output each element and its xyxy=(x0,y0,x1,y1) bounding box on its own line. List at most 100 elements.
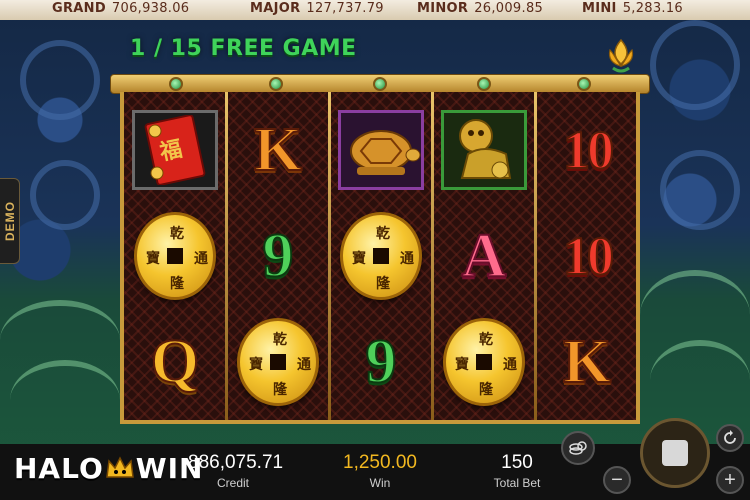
symbol-k: K xyxy=(253,116,303,184)
reel-grid: 福乾寶通隆 Q K 9 乾寶通隆乾寶通隆 9 A 乾寶通隆 10 10 K xyxy=(120,92,640,424)
reel-cell xyxy=(333,98,429,202)
reel-cell xyxy=(436,98,532,202)
coin-char-bottom: 隆 xyxy=(376,276,390,292)
symbol-q: Q xyxy=(150,328,200,396)
reel-cell: 乾寶 通隆 xyxy=(333,204,429,308)
win-display: 1,250.00 Win xyxy=(332,452,428,490)
reel-cell: 10 xyxy=(539,98,635,202)
total-bet-display: 150 Total Bet xyxy=(482,452,552,490)
symbol-a: A xyxy=(461,222,508,290)
golden-turtle-icon xyxy=(350,130,421,175)
minus-icon: − xyxy=(611,468,623,491)
symbol-10: 10 xyxy=(562,120,615,180)
gem-icon xyxy=(577,77,591,91)
coin-char-bottom: 隆 xyxy=(273,382,287,398)
spin-stop-button[interactable] xyxy=(640,418,710,488)
reel-divider xyxy=(534,92,537,420)
jackpot-value: 5,283.16 xyxy=(622,1,683,16)
reel-frame: 福乾寶通隆 Q K 9 乾寶通隆乾寶通隆 9 A 乾寶通隆 10 10 K xyxy=(110,74,650,426)
coin-char-left: 寶 xyxy=(249,357,263,373)
reel-divider xyxy=(225,92,228,420)
wave xyxy=(10,360,120,440)
wave xyxy=(650,340,750,420)
coin-char-top: 乾 xyxy=(273,332,287,348)
jackpot-name: MINOR xyxy=(417,1,469,16)
symbol-k: K xyxy=(562,328,612,396)
coin-char-right: 通 xyxy=(194,251,208,267)
lotus-icon xyxy=(608,38,634,73)
jackpot-name: MINI xyxy=(582,1,617,16)
jackpot-value: 127,737.79 xyxy=(306,1,384,16)
jackpot-value: 706,938.06 xyxy=(111,1,190,16)
total-bet-value: 150 xyxy=(501,452,533,473)
stop-icon xyxy=(662,440,688,466)
brand-part1: HALO xyxy=(14,452,104,485)
reel-cell: 9 xyxy=(333,310,429,414)
reel-divider xyxy=(328,92,331,420)
coin-symbol: 乾寶 通隆 xyxy=(134,212,216,300)
coin-hole xyxy=(476,354,492,370)
gem-icon xyxy=(477,77,491,91)
coin-char-left: 寶 xyxy=(352,251,366,267)
bet-coins-button[interactable] xyxy=(561,431,595,465)
cloud-swirl xyxy=(20,40,100,120)
win-label: Win xyxy=(369,476,391,490)
reel-cell: 9 xyxy=(230,204,326,308)
refresh-icon xyxy=(724,430,736,444)
coin-hole xyxy=(270,354,286,370)
free-game-current: 1 xyxy=(130,36,146,61)
brand-logo: HALO WIN xyxy=(14,452,204,485)
credit-value: 886,075.71 xyxy=(188,452,284,473)
jackpot-major: MAJOR 127,737.79 xyxy=(250,1,384,16)
plus-icon: + xyxy=(724,468,736,491)
reel-cell: K xyxy=(539,310,635,414)
reel-cell: 10 xyxy=(539,204,635,308)
free-game-total: 15 xyxy=(170,36,203,61)
jackpot-value: 26,009.85 xyxy=(474,1,544,16)
coin-symbol: 乾寶 通隆 xyxy=(340,212,422,300)
envelope-symbol: 福 xyxy=(132,110,218,190)
jackpot-name: GRAND xyxy=(52,1,106,16)
autoplay-button[interactable] xyxy=(716,424,744,452)
coin-char-top: 乾 xyxy=(479,332,493,348)
symbol-9: 9 xyxy=(262,222,295,290)
coin-char-right: 通 xyxy=(503,357,517,373)
coins-icon xyxy=(569,441,587,455)
coin-char-right: 通 xyxy=(400,251,414,267)
win-value: 1,250.00 xyxy=(343,452,417,473)
golden-lion-icon xyxy=(459,119,512,179)
credit-display: 886,075.71 Credit xyxy=(188,452,284,490)
symbol-10: 10 xyxy=(562,226,615,286)
coin-char-right: 通 xyxy=(297,357,311,373)
lion-symbol xyxy=(441,110,527,190)
bet-minus-button[interactable]: − xyxy=(603,466,631,494)
reel-cell: 福 xyxy=(127,98,223,202)
bet-plus-button[interactable]: + xyxy=(716,466,744,494)
demo-tab[interactable]: DEMO xyxy=(0,178,20,264)
coin-hole xyxy=(373,248,389,264)
jackpot-grand: GRAND 706,938.06 xyxy=(52,1,189,16)
coin-char-top: 乾 xyxy=(376,226,390,242)
crown-icon xyxy=(105,456,134,478)
symbol-9: 9 xyxy=(365,328,398,396)
gem-icon xyxy=(169,77,183,91)
cloud-swirl xyxy=(660,150,740,230)
credit-label: Credit xyxy=(216,476,249,490)
red-envelope-icon: 福 xyxy=(144,115,206,185)
reel-cell: 乾寶 通隆 xyxy=(230,310,326,414)
reel-cell: Q xyxy=(127,310,223,414)
coin-symbol: 乾寶 通隆 xyxy=(443,318,525,406)
reel-cell: 乾寶 通隆 xyxy=(436,310,532,414)
coin-char-top: 乾 xyxy=(170,226,184,242)
reel-cell: K xyxy=(230,98,326,202)
jackpot-minor: MINOR 26,009.85 xyxy=(417,1,543,16)
coin-char-bottom: 隆 xyxy=(479,382,493,398)
frame-top xyxy=(110,74,650,94)
reel-cell: 乾寶 通隆 xyxy=(127,204,223,308)
gem-icon xyxy=(373,77,387,91)
coin-char-left: 寶 xyxy=(146,251,160,267)
cloud-swirl xyxy=(30,160,100,230)
free-game-banner: 1 / 15 FREE GAME xyxy=(130,36,357,61)
reel-cell: A xyxy=(436,204,532,308)
coin-char-bottom: 隆 xyxy=(170,276,184,292)
